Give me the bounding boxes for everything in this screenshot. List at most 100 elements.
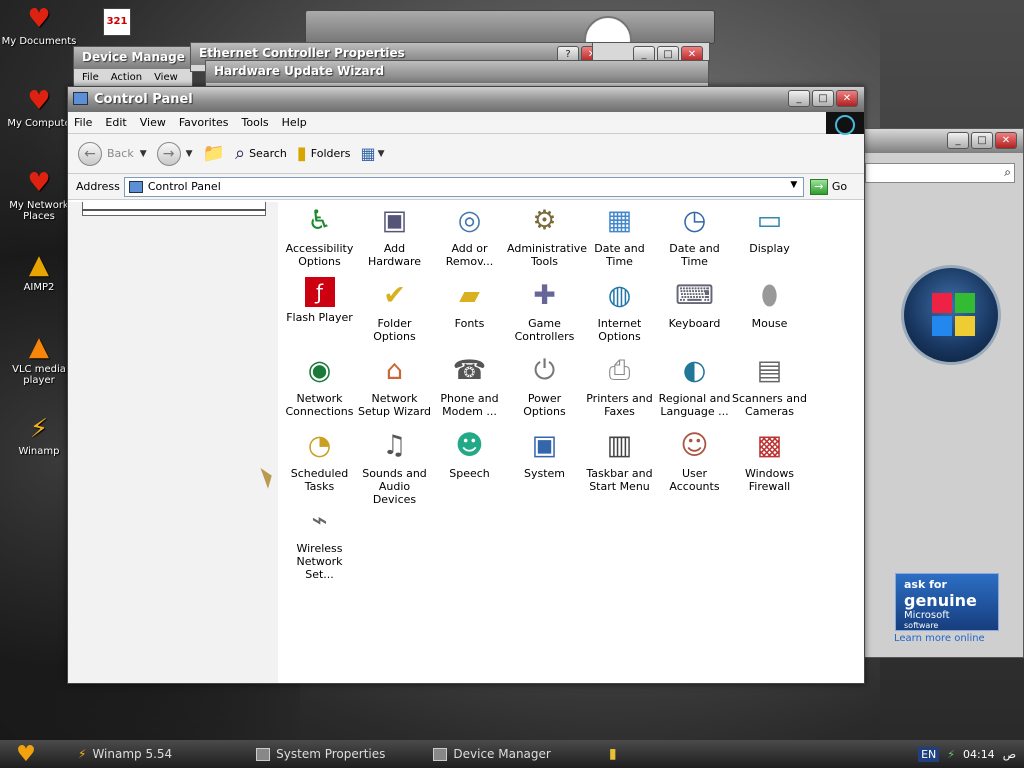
minimize-button[interactable]: _ (947, 132, 969, 149)
cp-item-accessibility[interactable]: ♿ Accessibility Options (282, 202, 357, 269)
cp-item-speech[interactable]: ☻ Speech (432, 427, 507, 481)
chevron-down-icon[interactable]: ▼ (787, 180, 801, 194)
search-button[interactable]: ⌕ Search (235, 143, 287, 164)
views-button[interactable]: ▦ ▼ (361, 144, 385, 163)
cp-item-add-remove[interactable]: ◎ Add or Remov... (432, 202, 507, 269)
genuine-line-3: Microsoft (904, 610, 950, 621)
cp-item-phone-modem[interactable]: ☎ Phone and Modem ... (432, 352, 507, 419)
cp-item-add-hardware[interactable]: ▣ Add Hardware (357, 202, 432, 269)
genuine-line-2: genuine (904, 591, 977, 610)
cp-item-scanners-cameras[interactable]: ▤ Scanners and Cameras (732, 352, 807, 419)
forward-button[interactable]: → ▼ (156, 141, 193, 166)
task-winamp[interactable]: ⚡ Winamp 5.54 (72, 743, 178, 765)
cp-item-mouse[interactable]: ⬮ Mouse (732, 277, 807, 331)
aimp-icon: ▲ (29, 250, 49, 280)
menu-file[interactable]: File (82, 72, 99, 83)
menu-file[interactable]: File (74, 116, 92, 129)
cp-item-wireless-setup[interactable]: ⌁ Wireless Network Set... (282, 502, 357, 582)
maximize-button[interactable]: □ (971, 132, 993, 149)
cp-item-network-connections[interactable]: ◉ Network Connections (282, 352, 357, 419)
cp-item-date-time-2[interactable]: ◷ Date and Time (657, 202, 732, 269)
cp-item-scheduled-tasks[interactable]: ◔ Scheduled Tasks (282, 427, 357, 494)
chevron-down-icon: ▼ (377, 148, 385, 159)
cp-item-sounds-audio[interactable]: ♫ Sounds and Audio Devices (357, 427, 432, 507)
genuine-microsoft-badge[interactable]: ask for genuine Microsoft software (895, 573, 999, 631)
up-folder-icon: 📁 (202, 143, 225, 164)
menu-tools[interactable]: Tools (242, 116, 269, 129)
cp-item-game-controllers[interactable]: ✚ Game Controllers (507, 277, 582, 344)
add-remove-programs-icon: ◎ (457, 204, 482, 236)
vlc-cone-icon: ▲ (29, 332, 49, 362)
cp-item-label: Date and Time (594, 242, 645, 268)
desktop-icon-label: My Documents (1, 36, 77, 47)
cp-item-taskbar-start[interactable]: ▥ Taskbar and Start Menu (582, 427, 657, 494)
cp-item-windows-firewall[interactable]: ▩ Windows Firewall (732, 427, 807, 494)
cp-item-keyboard[interactable]: ⌨ Keyboard (657, 277, 732, 331)
cp-item-admin-tools[interactable]: ⚙ Administrative Tools (507, 202, 588, 269)
cp-item-label: Wireless Network Set... (296, 542, 343, 581)
menu-edit[interactable]: Edit (105, 116, 126, 129)
cp-item-folder-options[interactable]: ✔ Folder Options (357, 277, 432, 344)
cp-item-label: System (523, 467, 566, 480)
maximize-button[interactable]: □ (812, 90, 834, 107)
cp-item-internet-options[interactable]: ◍ Internet Options (582, 277, 657, 344)
folders-button[interactable]: ▮ Folders (297, 143, 351, 164)
window-titlebar[interactable]: Control Panel _ □ ✕ (68, 87, 864, 112)
cp-item-printers-faxes[interactable]: ⎙ Printers and Faxes (582, 352, 657, 419)
side-window[interactable]: _ □ ✕ ⌕ ask for genuine Microsoft softwa… (862, 128, 1024, 658)
search-box[interactable]: ⌕ (865, 163, 1015, 183)
desktop-icon-my-documents[interactable]: ♥ My Documents (0, 4, 78, 47)
cp-item-power-options[interactable]: ⏻ Power Options (507, 352, 582, 419)
close-button[interactable]: ✕ (995, 132, 1017, 149)
control-panel-window[interactable]: Control Panel _ □ ✕ File Edit View Favor… (67, 86, 865, 684)
cp-item-network-setup-wizard[interactable]: ⌂ Network Setup Wizard (357, 352, 432, 419)
desktop-icon-321[interactable]: 321 (103, 8, 131, 36)
network-tray-icon[interactable]: ⚡ (947, 748, 955, 761)
close-button[interactable]: ✕ (836, 90, 858, 107)
cp-item-date-time-1[interactable]: ▦ Date and Time (582, 202, 657, 269)
chevron-down-icon[interactable]: ▼ (140, 149, 147, 159)
printer-icon: ⎙ (608, 354, 631, 386)
cp-item-fonts[interactable]: ▰ Fonts (432, 277, 507, 331)
speaker-icon: ♫ (382, 429, 407, 461)
up-folder-button[interactable]: 📁 (203, 143, 225, 164)
cp-item-user-accounts[interactable]: ☺ User Accounts (657, 427, 732, 494)
menu-favorites[interactable]: Favorites (179, 116, 229, 129)
task-folder[interactable]: ▮ (603, 743, 623, 765)
cp-item-flash-player[interactable]: ƒ Flash Player (282, 277, 357, 324)
language-indicator[interactable]: EN (918, 746, 940, 762)
cp-item-system[interactable]: ▣ System (507, 427, 582, 481)
cp-item-display[interactable]: ▭ Display (732, 202, 807, 256)
computer-icon: ▣ (531, 429, 558, 461)
camera-icon: ▤ (756, 354, 783, 386)
menu-help[interactable]: Help (282, 116, 307, 129)
menu-action[interactable]: Action (111, 72, 142, 83)
task-device-manager[interactable]: Device Manager (427, 743, 556, 765)
address-input[interactable]: Control Panel ▼ (123, 176, 804, 197)
learn-more-link[interactable]: Learn more online (894, 633, 985, 644)
chevron-down-icon[interactable]: ▼ (186, 149, 193, 159)
task-system-properties[interactable]: System Properties (250, 743, 391, 765)
window-title: Control Panel (94, 92, 193, 107)
power-plug-icon: ⏻ (533, 354, 556, 386)
go-button[interactable]: → Go (809, 178, 848, 195)
genuine-line-1: ask for (904, 578, 947, 591)
back-button[interactable]: ← Back ▼ (78, 141, 147, 166)
cp-item-label: Network Connections (285, 392, 354, 418)
task-label: Winamp 5.54 (92, 747, 173, 761)
speech-icon: ☻ (455, 429, 484, 461)
desktop-icon-label: 321 (106, 16, 128, 27)
cp-item-label: Sounds and Audio Devices (362, 467, 427, 506)
menu-view[interactable]: View (154, 72, 178, 83)
house-network-icon: ⌂ (385, 354, 404, 386)
task-label: Device Manager (453, 747, 551, 761)
cp-item-label: Display (749, 242, 790, 255)
clock-time[interactable]: 04:14 (963, 748, 995, 761)
minimize-button[interactable]: _ (788, 90, 810, 107)
window-title: Device Manage (74, 47, 192, 69)
menu-view[interactable]: View (140, 116, 166, 129)
cp-item-regional-language[interactable]: ◐ Regional and Language ... (657, 352, 732, 419)
go-label: Go (831, 180, 848, 193)
start-button[interactable]: ♥ (0, 740, 52, 768)
cp-item-label: Administrative Tools (507, 242, 588, 268)
